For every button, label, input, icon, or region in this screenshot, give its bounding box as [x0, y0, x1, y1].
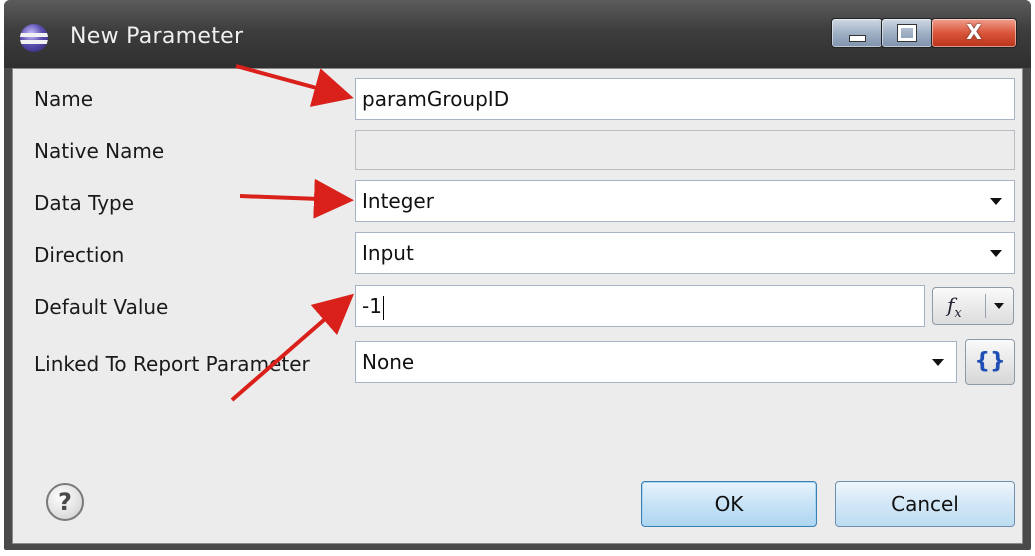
cancel-button[interactable]: Cancel: [835, 481, 1015, 527]
data-type-label: Data Type: [34, 191, 135, 215]
default-value-input[interactable]: -1: [355, 285, 925, 327]
direction-label: Direction: [34, 243, 125, 267]
direction-select-value: Input: [362, 241, 414, 265]
linked-report-parameter-select-value: None: [362, 350, 415, 374]
maximize-button[interactable]: [881, 18, 933, 48]
title-bar[interactable]: New Parameter X: [4, 0, 1031, 68]
button-divider: [985, 294, 986, 318]
chevron-down-icon: [932, 359, 944, 366]
native-name-input[interactable]: [355, 130, 1015, 170]
expression-builder-button[interactable]: fx: [932, 287, 1014, 325]
braces-icon: {}: [974, 349, 1006, 374]
window-title: New Parameter: [70, 24, 244, 49]
close-button[interactable]: X: [931, 18, 1017, 48]
minimize-icon: [849, 35, 866, 42]
minimize-button[interactable]: [831, 18, 883, 48]
chevron-down-icon: [990, 250, 1002, 257]
fx-icon: fx: [947, 293, 962, 321]
name-input-value: paramGroupID: [362, 87, 510, 111]
name-label: Name: [34, 87, 94, 111]
name-input[interactable]: paramGroupID: [355, 78, 1015, 120]
chevron-down-icon[interactable]: [994, 303, 1004, 309]
close-icon: X: [966, 20, 982, 44]
help-icon[interactable]: ?: [46, 483, 84, 521]
data-type-select[interactable]: Integer: [355, 180, 1015, 222]
direction-select[interactable]: Input: [355, 232, 1015, 274]
native-name-label: Native Name: [34, 139, 165, 163]
binding-button[interactable]: {}: [965, 339, 1015, 385]
chevron-down-icon: [990, 198, 1002, 205]
default-value-input-value: -1: [362, 294, 382, 318]
eclipse-icon: [20, 24, 48, 52]
text-cursor: [382, 295, 384, 320]
data-type-select-value: Integer: [362, 189, 434, 213]
default-value-label: Default Value: [34, 295, 169, 319]
maximize-icon: [897, 24, 917, 42]
ok-button[interactable]: OK: [641, 481, 817, 527]
linked-report-parameter-label: Linked To Report Parameter: [34, 352, 310, 376]
linked-report-parameter-select[interactable]: None: [355, 341, 957, 383]
